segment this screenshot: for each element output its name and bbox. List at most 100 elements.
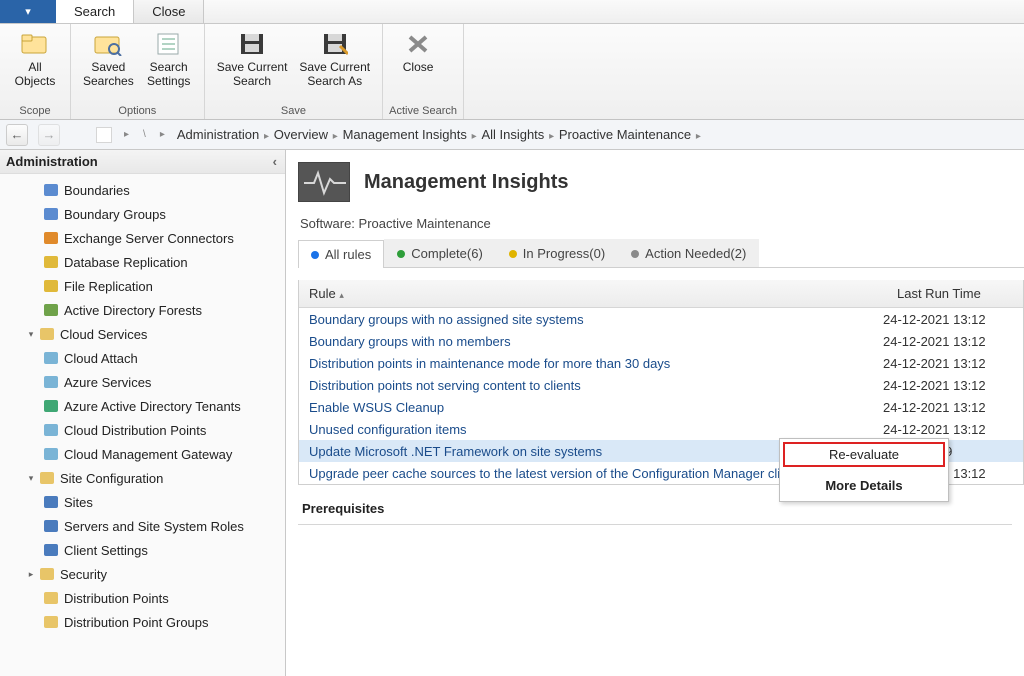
breadcrumb-segment[interactable]: Proactive Maintenance — [559, 127, 691, 142]
sidebar-item[interactable]: Azure Active Directory Tenants — [2, 394, 283, 418]
rule-time: 24-12-2021 13:12 — [883, 378, 1013, 393]
node-icon — [42, 446, 60, 462]
rule-row[interactable]: Enable WSUS Cleanup24-12-2021 13:12 — [299, 396, 1023, 418]
rule-row[interactable]: Unused configuration items24-12-2021 13:… — [299, 418, 1023, 440]
caret-down-icon[interactable]: ▾ — [24, 473, 38, 484]
context-menu: Re-evaluate More Details — [779, 438, 949, 502]
column-rule[interactable]: Rule — [309, 286, 336, 301]
sidebar-item-label: Exchange Server Connectors — [64, 231, 234, 246]
rule-time: 24-12-2021 13:12 — [883, 334, 1013, 349]
breadcrumb-segment[interactable]: All Insights — [481, 127, 544, 142]
context-menu-reevaluate[interactable]: Re-evaluate — [780, 439, 948, 470]
caret-right-icon[interactable]: ▸ — [24, 569, 38, 580]
search-settings-label: Search Settings — [147, 60, 190, 88]
node-icon — [42, 398, 60, 414]
ribbon: All Objects Scope Saved Searches Search … — [0, 24, 1024, 120]
all-objects-button[interactable]: All Objects — [6, 26, 64, 92]
caret-down-icon[interactable]: ▾ — [24, 329, 38, 340]
insight-tab-label: Complete(6) — [411, 246, 483, 261]
column-last-run[interactable]: Last Run Time — [893, 280, 1023, 307]
insight-tab[interactable]: Action Needed(2) — [618, 239, 759, 267]
chevron-right-icon: ▸ — [328, 131, 343, 142]
nav-forward-button[interactable]: → — [38, 124, 60, 146]
node-icon — [42, 614, 60, 630]
page-title: Management Insights — [364, 171, 568, 194]
ribbon-group-options-label: Options — [77, 105, 198, 119]
sidebar-item[interactable]: Servers and Site System Roles — [2, 514, 283, 538]
chevron-right-icon: ▸ — [691, 131, 703, 142]
sidebar-item-label: Boundary Groups — [64, 207, 166, 222]
chevron-right-icon: ▸ — [122, 129, 131, 140]
sidebar-item[interactable]: Database Replication — [2, 250, 283, 274]
sidebar-item[interactable]: Active Directory Forests — [2, 298, 283, 322]
breadcrumb-segment[interactable]: Management Insights — [343, 127, 467, 142]
sidebar-item-label: Active Directory Forests — [64, 303, 202, 318]
status-dot-icon — [509, 250, 517, 258]
rule-time: 24-12-2021 13:12 — [883, 400, 1013, 415]
chevron-right-icon: ▸ — [259, 131, 274, 142]
sidebar-item[interactable]: Azure Services — [2, 370, 283, 394]
sidebar-item[interactable]: ▸Security — [2, 562, 283, 586]
ribbon-group-save-label: Save — [211, 105, 376, 119]
rule-row[interactable]: Boundary groups with no assigned site sy… — [299, 308, 1023, 330]
save-current-label: Save Current Search — [217, 60, 288, 88]
sidebar-item[interactable]: Boundaries — [2, 178, 283, 202]
menu-tab-close[interactable]: Close — [134, 0, 204, 23]
sort-asc-icon: ▴ — [339, 290, 344, 300]
sidebar-item[interactable]: Cloud Management Gateway — [2, 442, 283, 466]
sidebar-item[interactable]: Client Settings — [2, 538, 283, 562]
sidebar-item-label: Database Replication — [64, 255, 188, 270]
sidebar-item[interactable]: Boundary Groups — [2, 202, 283, 226]
node-icon — [42, 590, 60, 606]
rule-row[interactable]: Distribution points in maintenance mode … — [299, 352, 1023, 374]
sidebar-item-label: Client Settings — [64, 543, 148, 558]
rule-time: 24-12-2021 13:12 — [883, 422, 1013, 437]
sidebar-item[interactable]: Sites — [2, 490, 283, 514]
rule-name: Boundary groups with no members — [309, 334, 883, 349]
node-icon — [42, 350, 60, 366]
breadcrumb-segment[interactable]: Administration — [177, 127, 259, 142]
close-search-button[interactable]: Close — [389, 26, 447, 78]
sidebar-item[interactable]: Distribution Points — [2, 586, 283, 610]
save-current-search-as-button[interactable]: Save Current Search As — [293, 26, 376, 92]
sidebar-item[interactable]: Exchange Server Connectors — [2, 226, 283, 250]
insight-tab-label: All rules — [325, 247, 371, 262]
sidebar-item[interactable]: Cloud Distribution Points — [2, 418, 283, 442]
chevron-right-icon: ▸ — [158, 129, 167, 140]
insight-tab[interactable]: In Progress(0) — [496, 239, 618, 267]
save-current-search-button[interactable]: Save Current Search — [211, 26, 294, 92]
node-icon — [42, 278, 60, 294]
saved-searches-button[interactable]: Saved Searches — [77, 26, 140, 92]
close-label: Close — [403, 60, 434, 74]
checklist-icon — [155, 30, 183, 58]
rule-row[interactable]: Distribution points not serving content … — [299, 374, 1023, 396]
sidebar-item[interactable]: Distribution Point Groups — [2, 610, 283, 634]
saved-searches-label: Saved Searches — [83, 60, 134, 88]
sidebar-item-label: Cloud Management Gateway — [64, 447, 232, 462]
ribbon-group-options: Saved Searches Search Settings Options — [71, 24, 205, 119]
search-settings-button[interactable]: Search Settings — [140, 26, 198, 92]
sidebar-item[interactable]: File Replication — [2, 274, 283, 298]
node-icon — [42, 542, 60, 558]
chevron-right-icon: ▸ — [544, 131, 559, 142]
menu-tab-search[interactable]: Search — [56, 0, 134, 23]
status-dot-icon — [397, 250, 405, 258]
insights-heartbeat-icon — [298, 162, 350, 202]
insight-tab[interactable]: All rules — [298, 240, 384, 268]
node-icon — [42, 182, 60, 198]
app-handle[interactable]: ▾ — [0, 0, 56, 23]
insight-tab[interactable]: Complete(6) — [384, 239, 496, 267]
breadcrumb-segment[interactable]: Overview — [274, 127, 328, 142]
sidebar-item[interactable]: ▾Site Configuration — [2, 466, 283, 490]
sidebar-item[interactable]: ▾Cloud Services — [2, 322, 283, 346]
nav-back-button[interactable]: ← — [6, 124, 28, 146]
node-icon — [42, 254, 60, 270]
sidebar: Administration ‹ BoundariesBoundary Grou… — [0, 150, 286, 676]
ribbon-group-scope: All Objects Scope — [0, 24, 71, 119]
sidebar-item[interactable]: Cloud Attach — [2, 346, 283, 370]
collapse-sidebar-icon[interactable]: ‹ — [273, 154, 277, 169]
chevron-right-icon: \ — [141, 129, 148, 140]
rule-row[interactable]: Boundary groups with no members24-12-202… — [299, 330, 1023, 352]
subtitle-value: Proactive Maintenance — [359, 216, 491, 231]
context-menu-more-details[interactable]: More Details — [780, 470, 948, 501]
